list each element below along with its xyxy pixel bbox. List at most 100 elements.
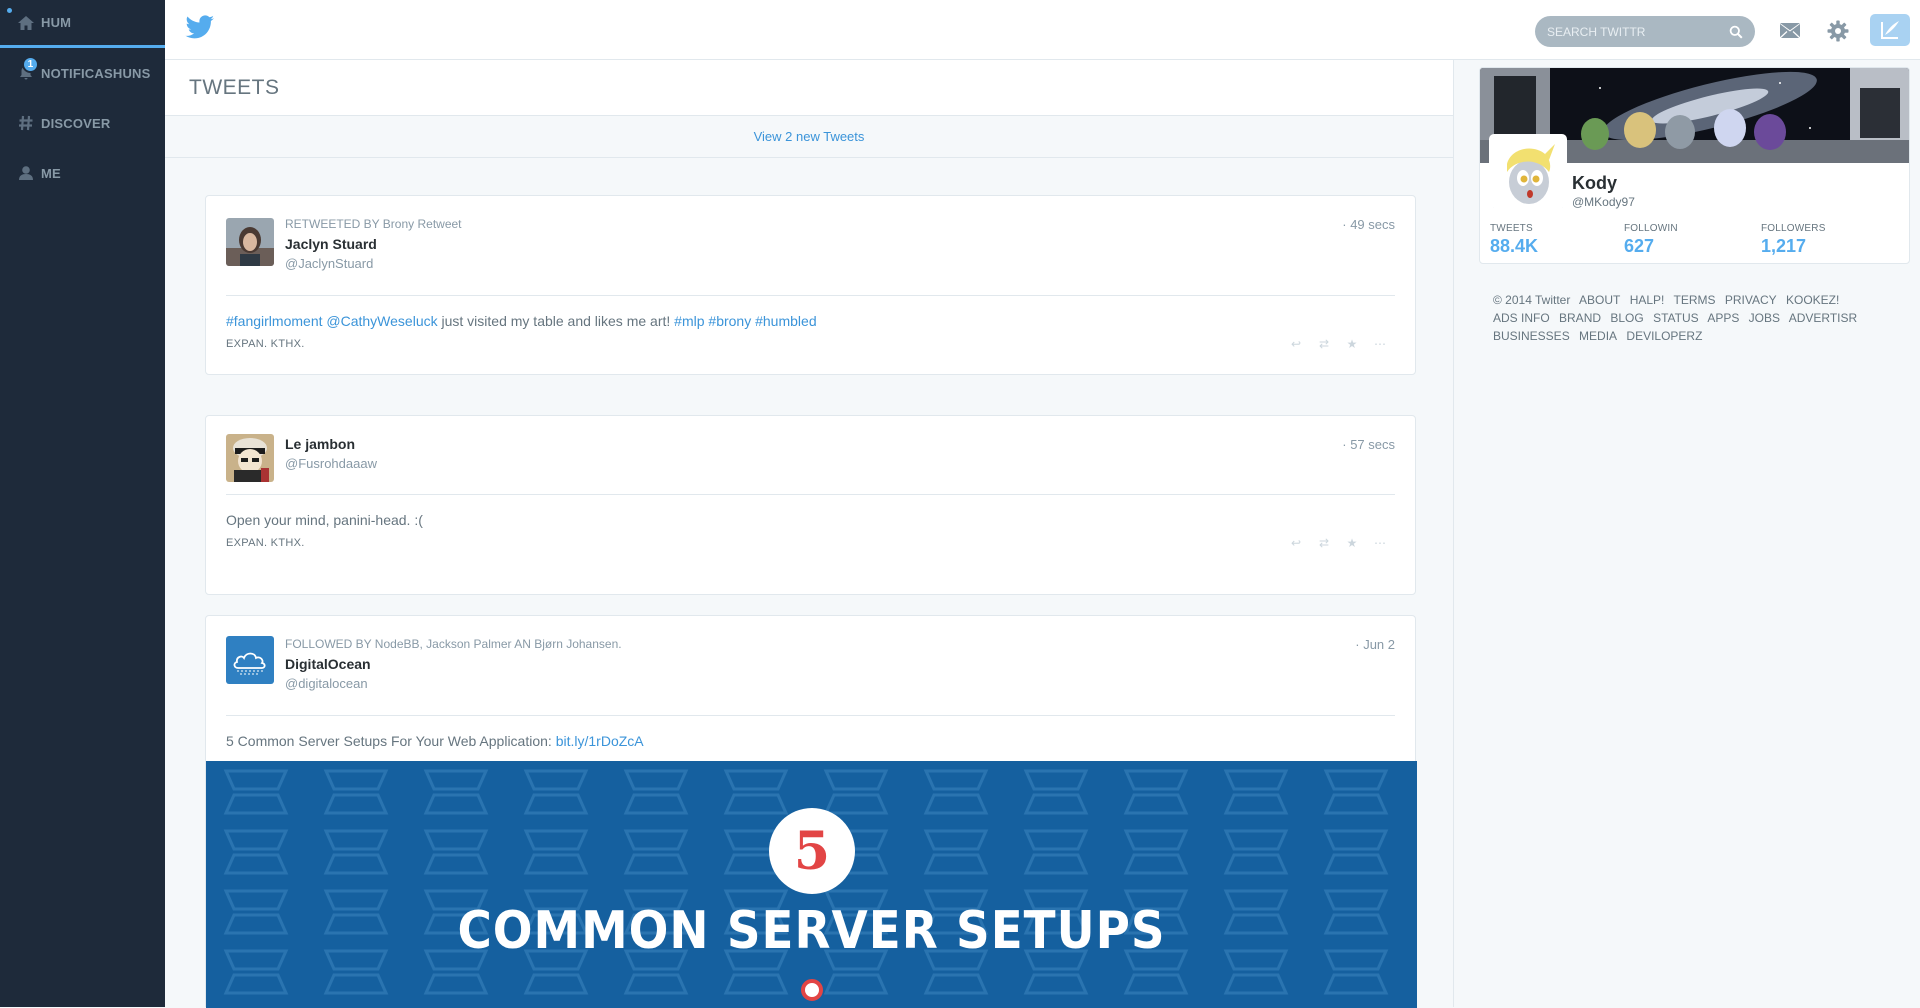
promo-number: 5 — [793, 820, 831, 882]
footer-link-status[interactable]: STATUS — [1653, 311, 1699, 325]
messages-envelope-icon[interactable] — [1777, 18, 1803, 44]
divider — [226, 295, 1395, 296]
tweet-text: 5 Common Server Setups For Your Web Appl… — [226, 733, 644, 749]
tweet-card[interactable]: FOLLOWED BY NodeBB, Jackson Palmer AN Bj… — [205, 615, 1417, 1008]
retweet-icon[interactable]: ⇄ — [1317, 337, 1331, 351]
footer-link-advertise[interactable]: ADVERTISR — [1789, 311, 1857, 325]
author-name[interactable]: Jaclyn Stuard — [285, 236, 377, 252]
footer-link-about[interactable]: ABOUT — [1579, 293, 1620, 307]
avatar[interactable] — [226, 636, 274, 684]
sidebar-item-label: NOTIFICASHUNS — [41, 65, 151, 81]
retweet-context: RETWEETED BY Brony Retweet — [285, 217, 462, 231]
mention-link[interactable]: @CathyWeseluck — [326, 313, 437, 329]
profile-card: Kody @MKody97 TWEETS 88.4K FOLLOWIN 627 … — [1479, 67, 1910, 264]
promo-ring-marker — [801, 979, 823, 1001]
reply-icon[interactable]: ↩ — [1289, 337, 1303, 351]
tweet-actions: ↩ ⇄ ★ ⋯ — [1289, 337, 1387, 351]
tweet-media-image[interactable]: 5 COMMON SERVER SETUPS — [206, 761, 1417, 1008]
stat-value: 1,217 — [1761, 236, 1807, 256]
hashtag-link[interactable]: #humbled — [755, 313, 817, 329]
stat-label: TWEETS — [1490, 223, 1533, 234]
stat-tweets[interactable]: TWEETS 88.4K — [1490, 223, 1538, 257]
stat-value: 88.4K — [1490, 236, 1539, 256]
footer-link-blog[interactable]: BLOG — [1610, 311, 1643, 325]
tweet-card[interactable]: RETWEETED BY Brony Retweet Jaclyn Stuard… — [205, 195, 1416, 375]
search-input[interactable] — [1547, 24, 1727, 39]
profile-name[interactable]: Kody — [1572, 173, 1617, 194]
notification-count-badge: 1 — [22, 56, 39, 73]
sidebar-item-label: DISCOVER — [41, 115, 111, 131]
footer-link-privacy[interactable]: PRIVACY — [1725, 293, 1777, 307]
promo-title: COMMON SERVER SETUPS — [457, 901, 1166, 961]
timeline-column: TWEETS View 2 new Tweets RETWEETED BY Br… — [165, 60, 1454, 1008]
stat-label: FOLLOWIN — [1624, 223, 1678, 234]
page-title: TWEETS — [165, 60, 1453, 116]
favorite-star-icon[interactable]: ★ — [1345, 337, 1359, 351]
hashtag-link[interactable]: #mlp — [674, 313, 704, 329]
new-indicator-dot — [7, 8, 12, 13]
home-icon — [16, 13, 36, 33]
profile-avatar[interactable] — [1489, 134, 1567, 212]
text-segment: 5 Common Server Setups For Your Web Appl… — [226, 733, 556, 749]
tweet-timestamp[interactable]: · Jun 2 — [1355, 637, 1395, 652]
sidebar-item-discover[interactable]: DISCOVER — [0, 98, 165, 148]
search-box[interactable] — [1535, 16, 1755, 47]
expand-link[interactable]: EXPAN. KTHX. — [226, 338, 305, 350]
footer-link-cookies[interactable]: KOOKEZ! — [1786, 293, 1839, 307]
more-options-icon[interactable]: ⋯ — [1373, 337, 1387, 351]
author-handle[interactable]: @digitalocean — [285, 676, 368, 691]
footer-link-brand[interactable]: BRAND — [1559, 311, 1601, 325]
tweet-text: Open your mind, panini-head. :( — [226, 512, 423, 528]
promo-number-badge: 5 — [769, 808, 855, 894]
compose-quill-icon — [1881, 21, 1899, 39]
footer-link-apps[interactable]: APPS — [1707, 311, 1739, 325]
retweet-icon[interactable]: ⇄ — [1317, 536, 1331, 550]
url-link[interactable]: bit.ly/1rDoZcA — [556, 733, 644, 749]
footer-link-terms[interactable]: TERMS — [1674, 293, 1716, 307]
avatar[interactable] — [226, 218, 274, 266]
sidebar-item-notifications[interactable]: 1 NOTIFICASHUNS — [0, 48, 165, 98]
stat-followers[interactable]: FOLLOWERS 1,217 — [1761, 223, 1826, 257]
expand-link[interactable]: EXPAN. KTHX. — [226, 537, 305, 549]
footer-link-help[interactable]: HALP! — [1630, 293, 1665, 307]
copyright-text: © 2014 Twitter — [1493, 293, 1571, 307]
tweet-actions: ↩ ⇄ ★ ⋯ — [1289, 536, 1387, 550]
settings-gear-icon[interactable] — [1825, 18, 1851, 44]
hash-icon — [16, 113, 36, 133]
compose-tweet-button[interactable] — [1870, 14, 1910, 46]
tweet-timestamp[interactable]: · 49 secs — [1342, 217, 1395, 232]
sidebar-item-me[interactable]: ME — [0, 148, 165, 198]
stat-value: 627 — [1624, 236, 1655, 256]
footer-link-media[interactable]: MEDIA — [1579, 329, 1617, 343]
more-options-icon[interactable]: ⋯ — [1373, 536, 1387, 550]
followed-by-context: FOLLOWED BY NodeBB, Jackson Palmer AN Bj… — [285, 637, 622, 651]
divider — [226, 715, 1395, 716]
hashtag-link[interactable]: #brony — [708, 313, 751, 329]
search-icon[interactable] — [1729, 25, 1743, 39]
author-handle[interactable]: @Fusrohdaaaw — [285, 456, 377, 471]
sidebar-item-label: HUM — [41, 15, 72, 30]
sidebar-item-home[interactable]: HUM — [0, 0, 165, 48]
avatar[interactable] — [226, 434, 274, 482]
favorite-star-icon[interactable]: ★ — [1345, 536, 1359, 550]
stat-label: FOLLOWERS — [1761, 223, 1826, 234]
twitter-bird-icon[interactable] — [185, 15, 215, 41]
hashtag-link[interactable]: #fangirlmoment — [226, 313, 323, 329]
author-name[interactable]: Le jambon — [285, 436, 355, 452]
footer-links: © 2014 Twitter ABOUT HALP! TERMS PRIVACY… — [1493, 291, 1893, 345]
author-name[interactable]: DigitalOcean — [285, 656, 371, 672]
footer-link-developers[interactable]: DEVILOPERZ — [1626, 329, 1702, 343]
sidebar-item-label: ME — [41, 165, 61, 181]
view-new-tweets-bar[interactable]: View 2 new Tweets — [165, 116, 1453, 158]
tweet-text: #fangirlmoment @CathyWeseluck just visit… — [226, 313, 817, 329]
footer-link-jobs[interactable]: JOBS — [1749, 311, 1780, 325]
divider — [226, 494, 1395, 495]
footer-link-ads-info[interactable]: ADS INFO — [1493, 311, 1550, 325]
tweet-timestamp[interactable]: · 57 secs — [1342, 437, 1395, 452]
author-handle[interactable]: @JaclynStuard — [285, 256, 373, 271]
reply-icon[interactable]: ↩ — [1289, 536, 1303, 550]
stat-following[interactable]: FOLLOWIN 627 — [1624, 223, 1678, 257]
tweet-card[interactable]: Le jambon @Fusrohdaaaw · 57 secs Open yo… — [205, 415, 1416, 595]
profile-handle[interactable]: @MKody97 — [1572, 195, 1635, 209]
footer-link-businesses[interactable]: BUSINESSES — [1493, 329, 1570, 343]
